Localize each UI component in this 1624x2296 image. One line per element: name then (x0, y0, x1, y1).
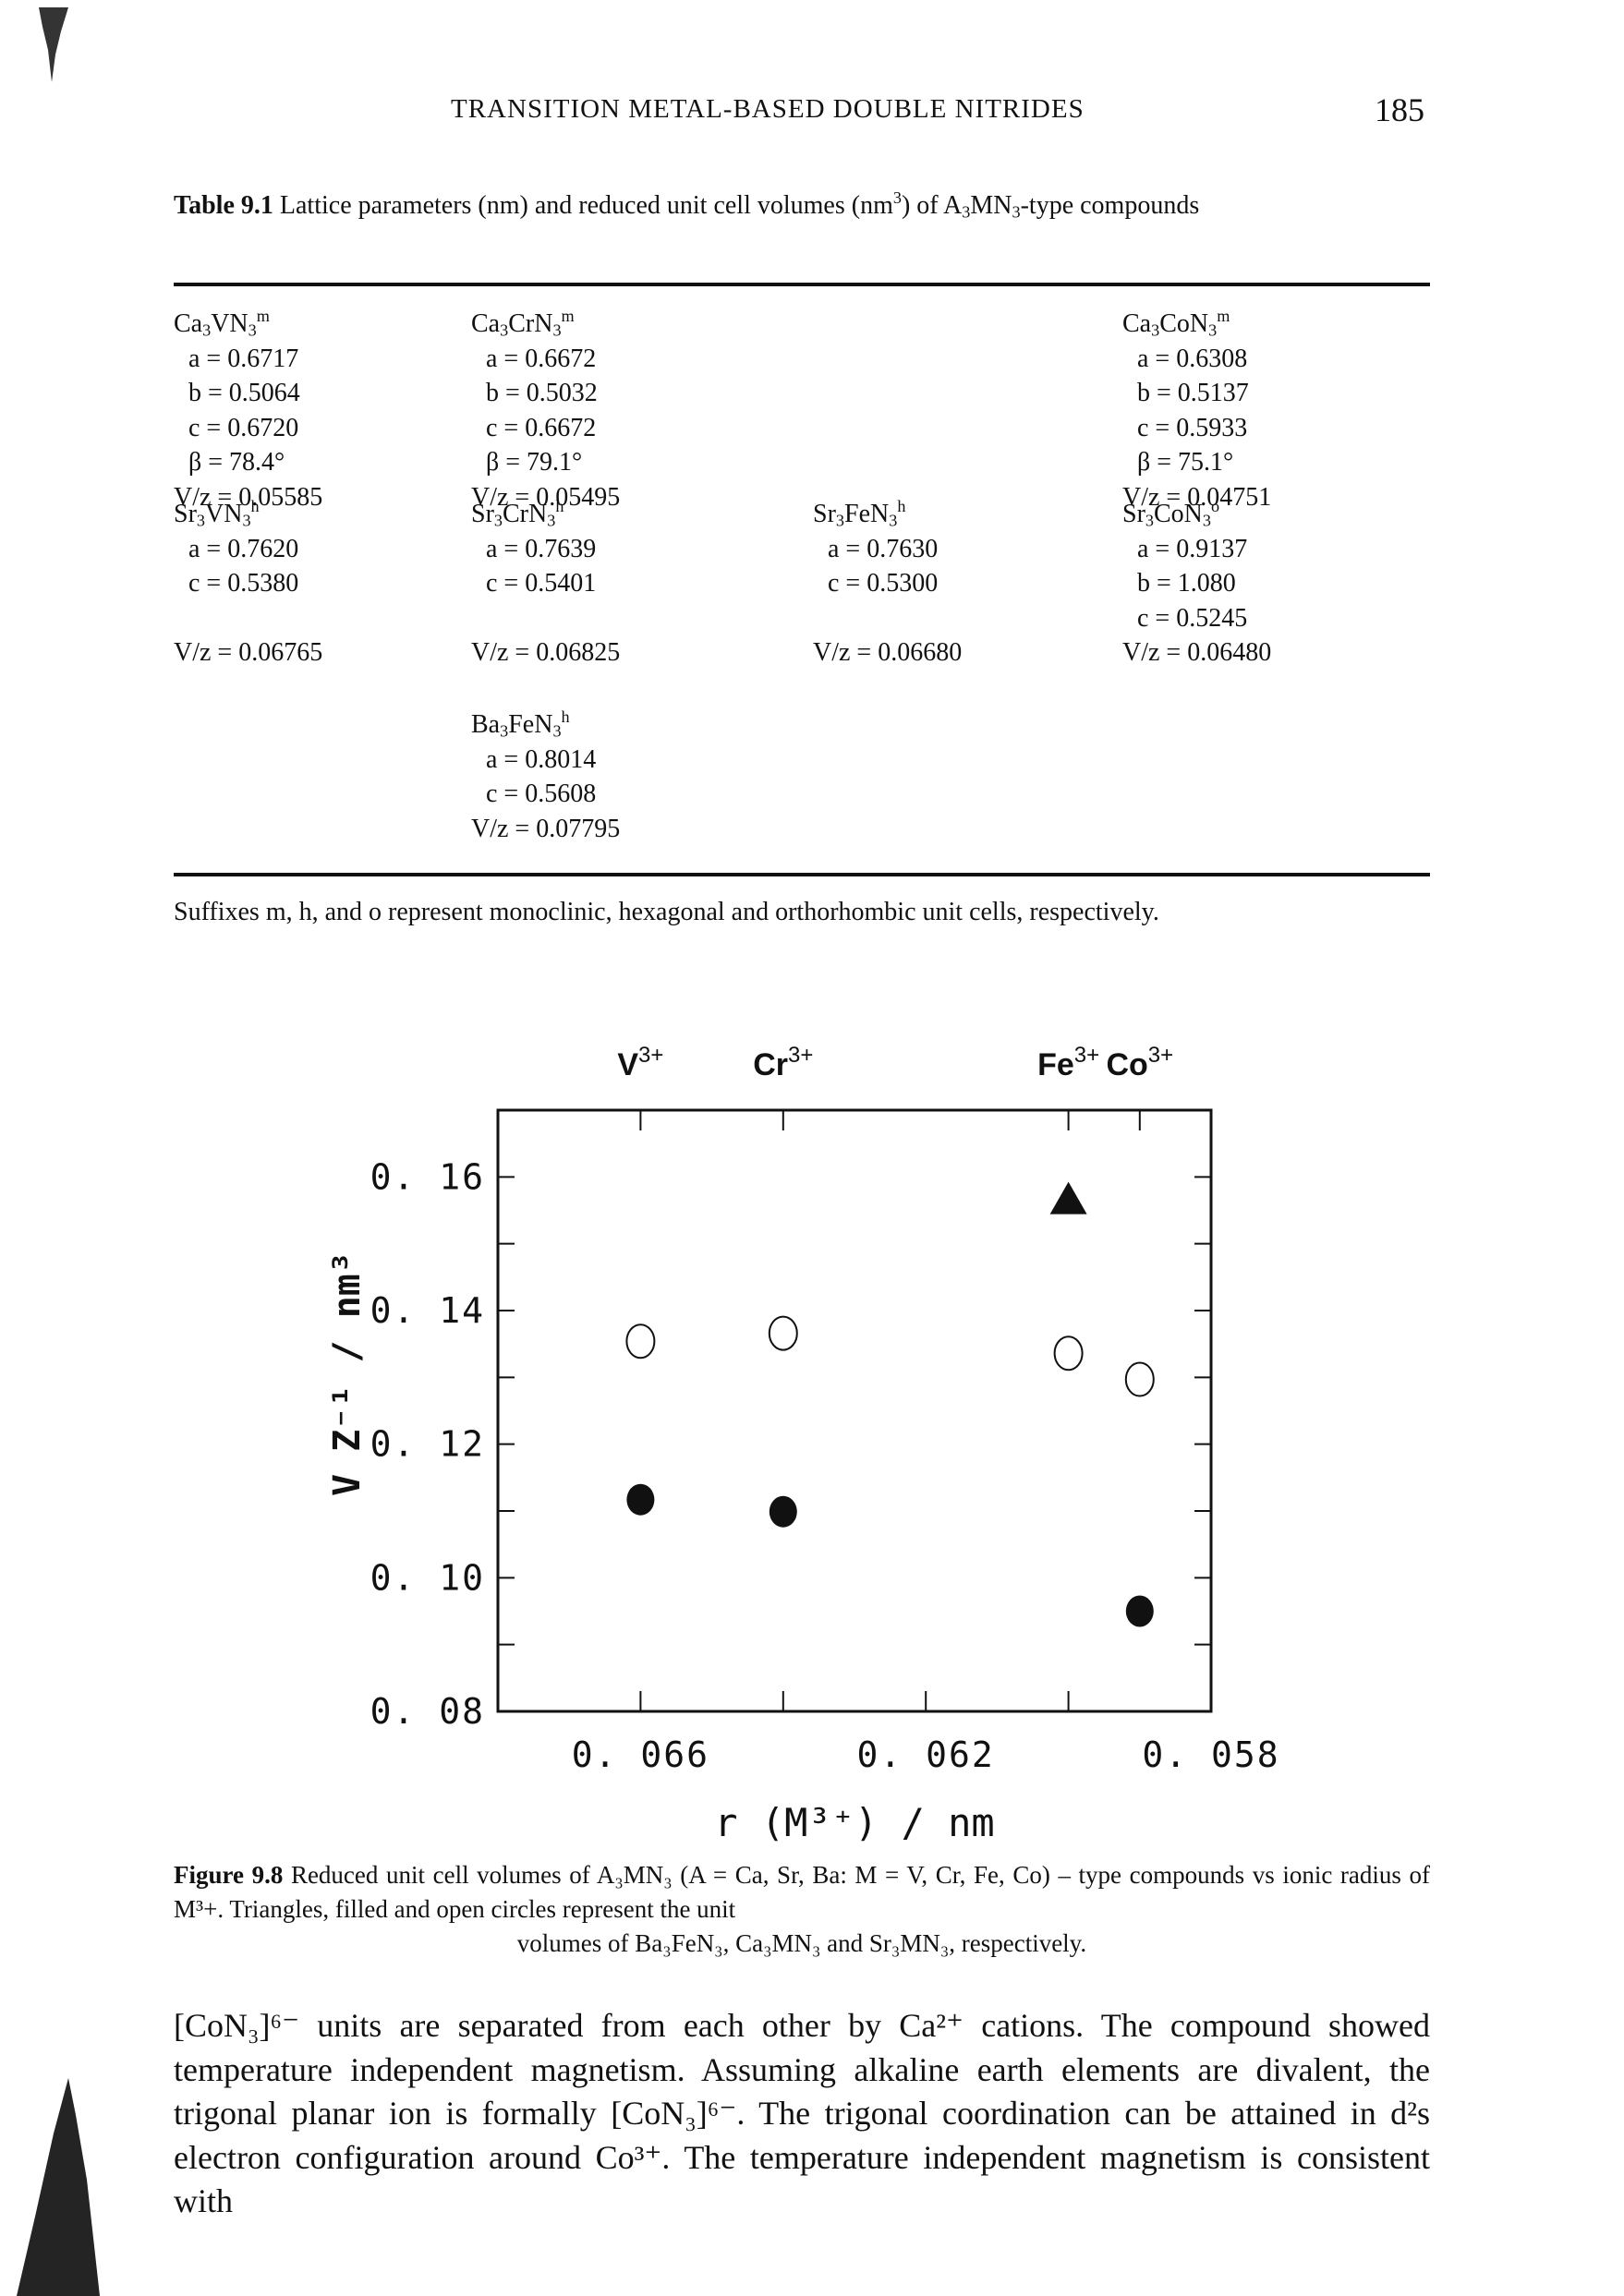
table-bottom-rule (174, 873, 1430, 876)
table-cell-sr3con3: Sr3CoN3o a = 0.9137 b = 1.080 c = 0.5245 V/z… (1122, 497, 1271, 671)
lattice-parameter: c = 0.6672 (486, 413, 597, 442)
reduced-volume: V/z = 0.06765 (174, 638, 323, 667)
x-tick-label: 0. 066 (572, 1734, 709, 1775)
page-number: 185 (1375, 91, 1424, 128)
running-title: Transition metal-based double nitrides (451, 94, 1085, 124)
compound-formula: Sr3VN3h (174, 497, 260, 530)
data-point-ca3mn3 (769, 1495, 797, 1528)
y-tick-label: 0. 10 (370, 1557, 485, 1598)
lattice-parameter: b = 0.5137 (1137, 379, 1249, 407)
x-tick-label: 0. 058 (1142, 1734, 1279, 1775)
table-top-rule (174, 283, 1430, 286)
lattice-parameter: c = 0.6720 (188, 413, 299, 442)
table-cell-ca3crn3: Ca3CrN3m a = 0.6672 b = 0.5032 c = 0.6672 β … (471, 307, 620, 514)
compound-formula: Ca3CoN3m (1122, 307, 1230, 340)
lattice-parameter: c = 0.5608 (486, 779, 597, 808)
top-ion-label-cr: Cr3+ (753, 1043, 813, 1082)
running-head: Transition metal-based double nitrides 1… (174, 91, 1430, 131)
data-point-ca3mn3 (626, 1483, 655, 1516)
compound-formula: Sr3CoN3o (1122, 497, 1220, 530)
top-ion-label-fe: Fe3+ (1037, 1043, 1099, 1082)
compound-formula: Ba3FeN3h (471, 707, 570, 741)
lattice-parameter: c = 0.5300 (828, 569, 939, 598)
figure-chart: 0. 16 0. 14 0. 12 0. 10 0. 08 0. 066 0. 062 0. … (326, 1043, 1279, 1845)
body-paragraph: [CoN₃]⁶⁻ units are separated from each o… (174, 2007, 1430, 2219)
reduced-volume: V/z = 0.06680 (813, 638, 963, 667)
lattice-parameter: b = 1.080 (1137, 569, 1236, 598)
data-point-ba3fen3 (1049, 1181, 1087, 1214)
scan-artifact-top (39, 7, 68, 82)
lattice-parameter: β = 78.4° (188, 448, 285, 477)
table-cell-ca3vn3: Ca3VN3m a = 0.6717 b = 0.5064 c = 0.6720 β =… (174, 307, 322, 514)
compound-formula: Ca3VN3m (174, 307, 270, 340)
y-tick-label: 0. 16 (370, 1156, 485, 1197)
top-ion-label-co: Co3+ (1106, 1043, 1173, 1082)
table-cell-sr3vn3: Sr3VN3h a = 0.7620 c = 0.5380 V/z = 0.06765 (174, 497, 322, 671)
lattice-parameter: c = 0.5380 (188, 569, 299, 598)
lattice-parameter: b = 0.5032 (486, 379, 598, 407)
table-footnote: Suffixes m, h, and o represent monoclini… (174, 898, 1159, 926)
reduced-volume: V/z = 0.06825 (471, 638, 621, 667)
top-ion-label-v: V3+ (617, 1043, 663, 1082)
lattice-parameter: β = 79.1° (486, 448, 583, 477)
lattice-parameter: a = 0.7630 (828, 534, 939, 563)
figure-label: Figure 9.8 (174, 1861, 284, 1889)
y-tick-label: 0. 12 (370, 1424, 485, 1465)
compound-formula: Ca3CrN3m (471, 307, 575, 340)
lattice-parameter: a = 0.7620 (188, 534, 299, 563)
data-point-sr3mn3 (1053, 1335, 1084, 1372)
lattice-parameter: a = 0.6308 (1137, 344, 1248, 373)
reduced-volume: V/z = 0.07795 (471, 814, 621, 843)
data-point-sr3mn3 (625, 1323, 656, 1359)
plot-frame (496, 1108, 1213, 1713)
lattice-parameter: c = 0.5245 (1137, 603, 1248, 633)
compound-formula: Sr3CrN3h (471, 497, 564, 530)
lattice-parameter: c = 0.5401 (486, 569, 597, 598)
scan-artifact-bottom (17, 2078, 100, 2296)
data-point-ca3mn3 (1125, 1595, 1154, 1627)
y-tick-label: 0. 14 (370, 1290, 485, 1331)
x-tick-label: 0. 062 (857, 1734, 995, 1775)
data-point-sr3mn3 (1124, 1361, 1155, 1397)
table-cell-sr3fen3: Sr3FeN3h a = 0.7630 c = 0.5300 V/z = 0.0668… (813, 497, 962, 671)
lattice-parameter: a = 0.6672 (486, 344, 597, 373)
lattice-parameter: a = 0.9137 (1137, 534, 1248, 563)
lattice-parameter: c = 0.5933 (1137, 413, 1248, 442)
y-axis-label: V Z⁻¹ / nm³ (326, 1251, 369, 1496)
table-label: Table 9.1 (174, 191, 273, 220)
figure-caption: Figure 9.8 Reduced unit cell volumes of … (174, 1861, 1430, 1957)
table-cell-sr3crn3: Sr3CrN3h a = 0.7639 c = 0.5401 V/z = 0.0682… (471, 497, 620, 671)
compound-formula: Sr3FeN3h (813, 497, 906, 530)
lattice-parameter: β = 75.1° (1137, 448, 1234, 477)
reduced-volume: V/z = 0.06480 (1122, 638, 1272, 667)
data-point-sr3mn3 (768, 1315, 798, 1351)
x-axis-label: r (M³⁺) / nm (714, 1800, 994, 1845)
y-tick-label: 0. 08 (370, 1691, 485, 1732)
lattice-parameter: a = 0.8014 (486, 744, 597, 774)
lattice-parameter: a = 0.6717 (188, 344, 299, 373)
table-cell-ca3con3: Ca3CoN3m a = 0.6308 b = 0.5137 c = 0.5933 β … (1122, 307, 1271, 514)
table-cell-ba3fen3: Ba3FeN3h a = 0.8014 c = 0.5608 V/z = 0.0779… (471, 707, 620, 846)
lattice-parameter: a = 0.7639 (486, 534, 597, 563)
lattice-parameter: b = 0.5064 (188, 379, 300, 407)
table-caption: Table 9.1 Lattice parameters (nm) and re… (174, 188, 1200, 222)
